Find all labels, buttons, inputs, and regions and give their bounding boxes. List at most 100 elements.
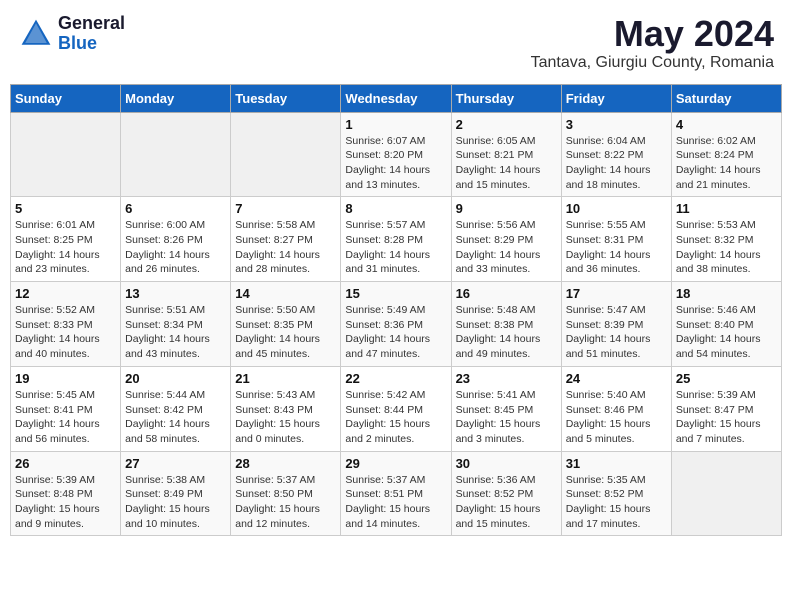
day-info: Sunrise: 5:53 AM Sunset: 8:32 PM Dayligh… (676, 218, 777, 277)
calendar-cell: 9Sunrise: 5:56 AM Sunset: 8:29 PM Daylig… (451, 197, 561, 282)
calendar-cell: 2 Sunrise: 6:05 AM Sunset: 8:21 PM Daylig… (451, 112, 561, 197)
day-number: 1 (345, 117, 446, 132)
weekday-header-thursday: Thursday (451, 84, 561, 112)
day-info: Sunrise: 5:48 AM Sunset: 8:38 PM Dayligh… (456, 303, 557, 362)
day-info: Sunrise: 5:40 AM Sunset: 8:46 PM Dayligh… (566, 388, 667, 447)
calendar-cell: 21 Sunrise: 5:43 AM Sunset: 8:43 PM Dayli… (231, 366, 341, 451)
title-block: May 2024 Tantava, Giurgiu County, Romani… (531, 14, 774, 72)
day-number: 21 (235, 371, 336, 386)
calendar-cell: 4 Sunrise: 6:02 AM Sunset: 8:24 PM Daylig… (671, 112, 781, 197)
logo-general: General (58, 14, 125, 34)
day-number: 25 (676, 371, 777, 386)
calendar-header: SundayMondayTuesdayWednesdayThursdayFrid… (11, 84, 782, 112)
day-info: Sunrise: 5:51 AM Sunset: 8:34 PM Dayligh… (125, 303, 226, 362)
day-number: 22 (345, 371, 446, 386)
day-info: Sunrise: 5:35 AM Sunset: 8:52 PM Dayligh… (566, 473, 667, 532)
day-info: Sunrise: 5:58 AM Sunset: 8:27 PM Dayligh… (235, 218, 336, 277)
day-number: 15 (345, 286, 446, 301)
day-info: Sunrise: 5:41 AM Sunset: 8:45 PM Dayligh… (456, 388, 557, 447)
weekday-header-monday: Monday (121, 84, 231, 112)
day-number: 26 (15, 456, 116, 471)
day-number: 2 (456, 117, 557, 132)
day-info: Sunrise: 6:07 AM Sunset: 8:20 PM Dayligh… (345, 134, 446, 193)
calendar-cell: 16 Sunrise: 5:48 AM Sunset: 8:38 PM Dayli… (451, 282, 561, 367)
logo: General Blue (18, 14, 125, 54)
day-info: Sunrise: 5:47 AM Sunset: 8:39 PM Dayligh… (566, 303, 667, 362)
day-number: 19 (15, 371, 116, 386)
calendar-cell: 6Sunrise: 6:00 AM Sunset: 8:26 PM Daylig… (121, 197, 231, 282)
day-number: 12 (15, 286, 116, 301)
calendar-cell (121, 112, 231, 197)
logo-text: General Blue (58, 14, 125, 54)
calendar-cell: 23 Sunrise: 5:41 AM Sunset: 8:45 PM Dayli… (451, 366, 561, 451)
calendar-cell (11, 112, 121, 197)
day-number: 13 (125, 286, 226, 301)
day-info: Sunrise: 6:05 AM Sunset: 8:21 PM Dayligh… (456, 134, 557, 193)
day-number: 7 (235, 201, 336, 216)
logo-icon (18, 16, 54, 52)
calendar-cell: 27Sunrise: 5:38 AM Sunset: 8:49 PM Dayli… (121, 451, 231, 536)
page-header: General Blue May 2024 Tantava, Giurgiu C… (10, 10, 782, 76)
day-number: 8 (345, 201, 446, 216)
weekday-header-tuesday: Tuesday (231, 84, 341, 112)
calendar-cell: 1 Sunrise: 6:07 AM Sunset: 8:20 PM Daylig… (341, 112, 451, 197)
day-number: 20 (125, 371, 226, 386)
calendar-week-row: 5 Sunrise: 6:01 AM Sunset: 8:25 PM Daylig… (11, 197, 782, 282)
day-info: Sunrise: 5:44 AM Sunset: 8:42 PM Dayligh… (125, 388, 226, 447)
day-number: 3 (566, 117, 667, 132)
calendar-cell: 24Sunrise: 5:40 AM Sunset: 8:46 PM Dayli… (561, 366, 671, 451)
calendar-cell: 8 Sunrise: 5:57 AM Sunset: 8:28 PM Daylig… (341, 197, 451, 282)
calendar-cell: 14Sunrise: 5:50 AM Sunset: 8:35 PM Dayli… (231, 282, 341, 367)
calendar-cell: 3 Sunrise: 6:04 AM Sunset: 8:22 PM Daylig… (561, 112, 671, 197)
calendar-cell: 17 Sunrise: 5:47 AM Sunset: 8:39 PM Dayli… (561, 282, 671, 367)
day-number: 16 (456, 286, 557, 301)
calendar-cell: 30 Sunrise: 5:36 AM Sunset: 8:52 PM Dayli… (451, 451, 561, 536)
calendar-cell: 13 Sunrise: 5:51 AM Sunset: 8:34 PM Dayli… (121, 282, 231, 367)
calendar-cell: 5 Sunrise: 6:01 AM Sunset: 8:25 PM Daylig… (11, 197, 121, 282)
day-info: Sunrise: 5:37 AM Sunset: 8:50 PM Dayligh… (235, 473, 336, 532)
day-info: Sunrise: 5:36 AM Sunset: 8:52 PM Dayligh… (456, 473, 557, 532)
day-info: Sunrise: 5:43 AM Sunset: 8:43 PM Dayligh… (235, 388, 336, 447)
calendar-week-row: 12 Sunrise: 5:52 AM Sunset: 8:33 PM Dayli… (11, 282, 782, 367)
day-number: 14 (235, 286, 336, 301)
calendar-cell: 11Sunrise: 5:53 AM Sunset: 8:32 PM Dayli… (671, 197, 781, 282)
calendar-cell: 18Sunrise: 5:46 AM Sunset: 8:40 PM Dayli… (671, 282, 781, 367)
month-year-title: May 2024 (531, 14, 774, 54)
day-info: Sunrise: 5:52 AM Sunset: 8:33 PM Dayligh… (15, 303, 116, 362)
day-number: 27 (125, 456, 226, 471)
day-number: 4 (676, 117, 777, 132)
day-info: Sunrise: 6:02 AM Sunset: 8:24 PM Dayligh… (676, 134, 777, 193)
day-number: 28 (235, 456, 336, 471)
calendar-cell: 31Sunrise: 5:35 AM Sunset: 8:52 PM Dayli… (561, 451, 671, 536)
day-info: Sunrise: 5:57 AM Sunset: 8:28 PM Dayligh… (345, 218, 446, 277)
day-info: Sunrise: 5:45 AM Sunset: 8:41 PM Dayligh… (15, 388, 116, 447)
weekday-header-friday: Friday (561, 84, 671, 112)
calendar-cell (671, 451, 781, 536)
calendar-cell: 22 Sunrise: 5:42 AM Sunset: 8:44 PM Dayli… (341, 366, 451, 451)
day-number: 6 (125, 201, 226, 216)
day-info: Sunrise: 6:01 AM Sunset: 8:25 PM Dayligh… (15, 218, 116, 277)
calendar-week-row: 1 Sunrise: 6:07 AM Sunset: 8:20 PM Daylig… (11, 112, 782, 197)
calendar-cell: 15 Sunrise: 5:49 AM Sunset: 8:36 PM Dayli… (341, 282, 451, 367)
day-number: 23 (456, 371, 557, 386)
calendar-cell: 7 Sunrise: 5:58 AM Sunset: 8:27 PM Daylig… (231, 197, 341, 282)
calendar-cell (231, 112, 341, 197)
day-number: 10 (566, 201, 667, 216)
day-number: 5 (15, 201, 116, 216)
calendar-cell: 26Sunrise: 5:39 AM Sunset: 8:48 PM Dayli… (11, 451, 121, 536)
weekday-header-sunday: Sunday (11, 84, 121, 112)
day-number: 9 (456, 201, 557, 216)
day-info: Sunrise: 6:04 AM Sunset: 8:22 PM Dayligh… (566, 134, 667, 193)
calendar-table: SundayMondayTuesdayWednesdayThursdayFrid… (10, 84, 782, 537)
day-number: 30 (456, 456, 557, 471)
weekday-header-wednesday: Wednesday (341, 84, 451, 112)
day-info: Sunrise: 5:42 AM Sunset: 8:44 PM Dayligh… (345, 388, 446, 447)
calendar-cell: 28 Sunrise: 5:37 AM Sunset: 8:50 PM Dayli… (231, 451, 341, 536)
day-info: Sunrise: 5:49 AM Sunset: 8:36 PM Dayligh… (345, 303, 446, 362)
calendar-cell: 10Sunrise: 5:55 AM Sunset: 8:31 PM Dayli… (561, 197, 671, 282)
location-subtitle: Tantava, Giurgiu County, Romania (531, 54, 774, 72)
weekday-header-saturday: Saturday (671, 84, 781, 112)
calendar-body: 1 Sunrise: 6:07 AM Sunset: 8:20 PM Daylig… (11, 112, 782, 536)
weekday-header-row: SundayMondayTuesdayWednesdayThursdayFrid… (11, 84, 782, 112)
day-number: 17 (566, 286, 667, 301)
